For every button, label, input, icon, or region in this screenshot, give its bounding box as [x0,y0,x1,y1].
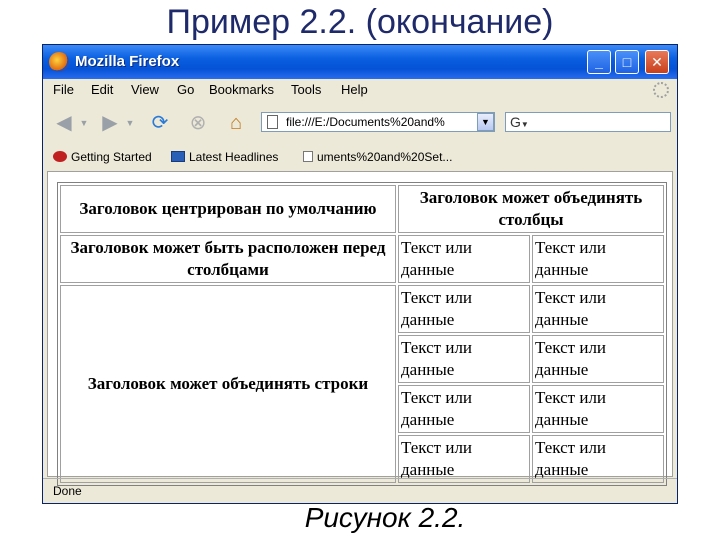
minimize-button[interactable]: _ [587,50,611,74]
google-search-icon: G [510,114,521,130]
table-cell: Текст или данные [398,335,530,383]
status-text: Done [53,484,82,498]
table-cell: Текст или данные [398,235,530,283]
menu-bookmarks[interactable]: Bookmarks [209,79,274,101]
menu-tools[interactable]: Tools [291,79,321,101]
browser-window: Mozilla Firefox _ □ ✕ File Edit View Go … [42,44,678,504]
title-bar[interactable]: Mozilla Firefox _ □ ✕ [43,45,677,79]
home-icon[interactable]: ⌂ [223,111,249,135]
navigation-toolbar: ◀ ▼ ▶ ▼ ⟳ ⊗ ⌂ file:///E:/Documents%20and… [43,105,677,141]
table-cell: Текст или данные [532,285,664,333]
header-row-before-columns: Заголовок может быть расположен перед ст… [60,235,396,283]
header-colspan: Заголовок может объединять столбцы [398,185,664,233]
table-cell: Текст или данные [398,385,530,433]
stop-icon[interactable]: ⊗ [185,111,211,135]
table-row: Заголовок может объединять строки Текст … [60,285,664,483]
demo-table: Заголовок центрирован по умолчанию Загол… [57,182,667,486]
menu-view[interactable]: View [131,79,159,101]
menu-file[interactable]: File [53,79,74,101]
bookmark-latest-headlines[interactable]: Latest Headlines [171,145,278,169]
table-cell: Текст или данные [532,385,664,433]
table-cell: Текст или данные [532,435,664,483]
header-centered: Заголовок центрирован по умолчанию [60,185,396,233]
forward-icon[interactable]: ▶ [97,111,123,135]
document-icon [303,151,313,162]
menu-bar: File Edit View Go Bookmarks Tools Help [43,79,677,101]
url-input[interactable]: file:///E:/Documents%20and% [261,112,495,132]
table-row: Заголовок может быть расположен перед ст… [60,235,664,283]
status-bar: Done [43,478,677,503]
bookmark-getting-started[interactable]: Getting Started [53,145,152,169]
maximize-button[interactable]: □ [615,50,639,74]
figure-caption: Рисунок 2.2. [304,502,466,533]
table-cell: Текст или данные [398,435,530,483]
table-row: Заголовок центрирован по умолчанию Загол… [60,185,664,233]
page-content: Заголовок центрирован по умолчанию Загол… [47,171,673,486]
reload-icon[interactable]: ⟳ [147,111,173,135]
bookmarks-toolbar: Getting Started Latest Headlines uments%… [43,145,677,169]
table-cell: Текст или данные [532,235,664,283]
search-input[interactable]: G▼ [505,112,671,132]
back-icon[interactable]: ◀ [51,111,77,135]
folder-icon [171,151,185,162]
slide-title: Пример 2.2. (окончание) [166,3,554,41]
url-dropdown-button[interactable]: ▼ [477,113,494,131]
table-cell: Текст или данные [532,335,664,383]
window-title: Mozilla Firefox [75,53,180,70]
table-cell: Текст или данные [398,285,530,333]
menu-help[interactable]: Help [341,79,368,101]
getting-started-icon [53,151,67,162]
menu-edit[interactable]: Edit [91,79,113,101]
page-icon [267,115,278,129]
close-button[interactable]: ✕ [645,50,669,74]
header-rowspan: Заголовок может объединять строки [60,285,396,483]
firefox-icon [49,52,69,72]
forward-dropdown-icon[interactable]: ▼ [125,111,135,135]
throbber-icon [653,82,669,98]
back-dropdown-icon[interactable]: ▼ [79,111,89,135]
url-text: file:///E:/Documents%20and% [286,115,445,129]
bookmark-documents[interactable]: uments%20and%20Set... [303,145,452,169]
menu-go[interactable]: Go [177,79,194,101]
